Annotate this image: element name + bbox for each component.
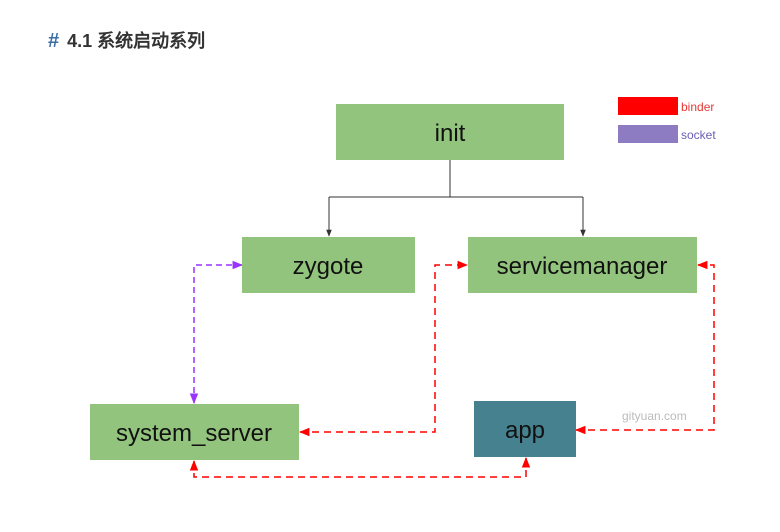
node-system-server-label: system_server: [116, 420, 272, 447]
watermark: gityuan.com: [622, 409, 687, 423]
node-servicemanager-label: servicemanager: [497, 253, 668, 280]
legend: binder socket: [618, 97, 716, 143]
node-zygote: zygote: [242, 237, 415, 293]
legend-binder-label: binder: [681, 100, 714, 114]
node-app-label: app: [505, 417, 545, 444]
node-servicemanager: servicemanager: [468, 237, 697, 293]
socket-connector: [189, 260, 244, 405]
node-zygote-label: zygote: [293, 253, 364, 280]
node-system-server: system_server: [90, 404, 299, 460]
node-init-label: init: [435, 120, 466, 147]
legend-socket-label: socket: [681, 128, 716, 142]
node-app: app: [474, 401, 576, 457]
binder-system-server-app: [189, 456, 531, 478]
tree-connectors: [326, 160, 586, 237]
legend-socket-swatch: [618, 125, 678, 143]
legend-binder-swatch: [618, 97, 678, 115]
node-init: init: [336, 104, 564, 160]
boot-diagram: init zygote servicemanager system_server…: [90, 97, 716, 478]
